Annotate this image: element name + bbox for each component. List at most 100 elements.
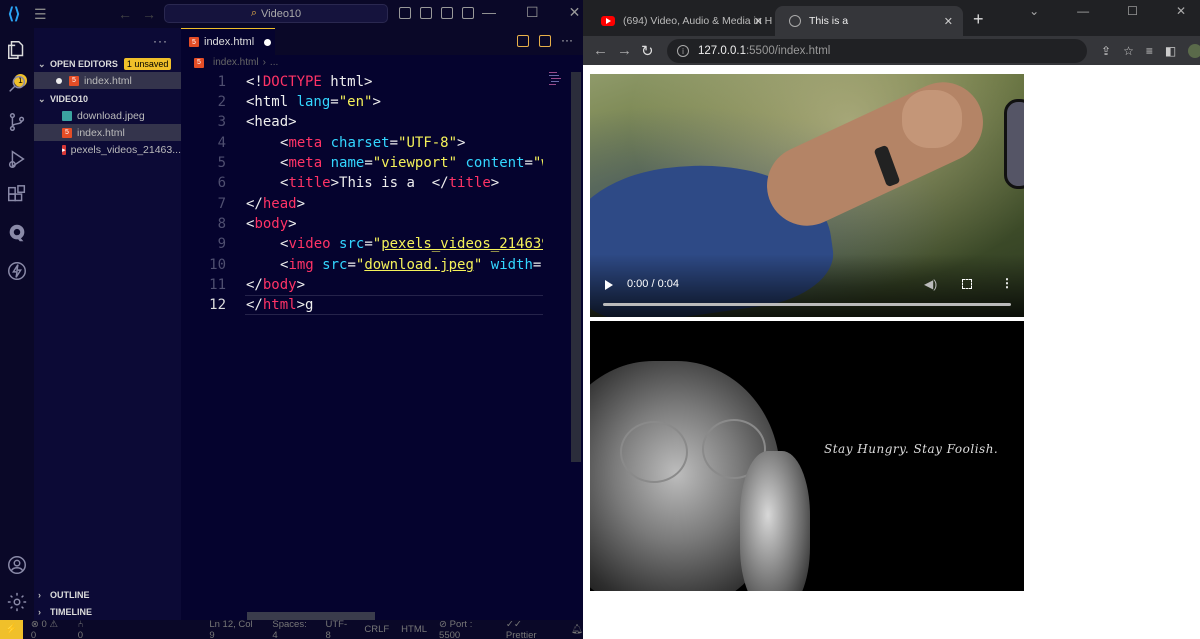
unsaved-dot-icon[interactable]: [264, 38, 272, 46]
video-more-icon[interactable]: ⋮: [1001, 276, 1013, 290]
line-number: 10: [209, 257, 226, 273]
minimize-icon[interactable]: —: [482, 4, 496, 21]
source-control-icon[interactable]: [5, 110, 29, 134]
accounts-icon[interactable]: [5, 553, 29, 577]
outline-header[interactable]: › OUTLINE: [34, 586, 181, 604]
line-number: 3: [217, 114, 226, 130]
encoding-status[interactable]: UTF-8: [326, 619, 353, 639]
video-controls: 0:00 / 0:04 ◀) ⋮: [590, 270, 1024, 317]
extensions-icon[interactable]: [5, 183, 29, 207]
forward-icon[interactable]: →: [617, 42, 637, 59]
eol-status[interactable]: CRLF: [364, 624, 389, 635]
video-time: 0:00 / 0:04: [627, 278, 679, 290]
portrait-hand: [740, 451, 810, 591]
reading-list-icon[interactable]: ≡: [1146, 44, 1153, 58]
close-tab-icon[interactable]: ✕: [944, 15, 953, 28]
remote-explorer-icon[interactable]: [5, 221, 29, 245]
explorer-more-icon[interactable]: ···: [153, 34, 168, 48]
video-progress-bar[interactable]: [603, 303, 1011, 306]
close-tab-icon[interactable]: ✕: [754, 15, 763, 28]
profile-avatar[interactable]: [1188, 44, 1200, 58]
close-icon[interactable]: ✕: [1176, 4, 1186, 18]
unsaved-badge: 1 unsaved: [123, 58, 172, 70]
prettier-status[interactable]: ✓✓ Prettier: [506, 619, 555, 639]
modified-dot-icon: [56, 77, 62, 84]
split-editor-icon[interactable]: [539, 35, 551, 47]
toggle-panel-icon[interactable]: [420, 7, 432, 19]
portrait-image: Stay Hungry. Stay Foolish.: [590, 321, 1024, 591]
line-number: 2: [217, 94, 226, 110]
nav-arrows[interactable]: ←→: [118, 6, 166, 22]
run-debug-icon[interactable]: [5, 147, 29, 171]
html-file-icon: 5: [69, 75, 79, 86]
language-mode[interactable]: HTML: [401, 624, 427, 635]
minimap[interactable]: [549, 72, 561, 88]
menu-icon[interactable]: ☰: [34, 6, 50, 23]
site-info-icon[interactable]: i: [677, 45, 689, 57]
open-editors-header[interactable]: ⌄ OPEN EDITORS 1 unsaved: [34, 55, 181, 73]
maximize-icon[interactable]: ☐: [526, 4, 539, 21]
minimize-icon[interactable]: —: [1077, 4, 1089, 18]
explorer-icon[interactable]: [5, 38, 29, 62]
reload-icon[interactable]: ↻: [641, 42, 661, 60]
address-bar[interactable]: i 127.0.0.1:5500/index.html: [667, 39, 1087, 63]
tab-youtube[interactable]: (694) Video, Audio & Media in H ✕: [587, 6, 773, 36]
vscode-logo-icon: ⟨⟩: [7, 6, 21, 23]
file-item-index-html[interactable]: 5 index.html: [34, 124, 181, 141]
line-number: 8: [217, 216, 226, 232]
image-file-icon: [62, 110, 72, 121]
search-view-icon[interactable]: [5, 72, 29, 96]
line-number: 4: [217, 135, 226, 151]
maximize-icon[interactable]: ☐: [1127, 4, 1138, 18]
problems-status[interactable]: ⊗ 0 ⚠ 0: [31, 619, 66, 639]
line-number: 7: [217, 196, 226, 212]
chevron-down-icon: ⌄: [38, 58, 46, 69]
live-server-port[interactable]: ⊘ Port : 5500: [439, 619, 496, 639]
folder-header[interactable]: ⌄ VIDEO10: [34, 90, 181, 108]
line-number: 1: [217, 74, 226, 90]
chevron-right-icon: ›: [38, 590, 41, 600]
more-actions-icon[interactable]: ···: [561, 34, 573, 47]
tab-search-icon[interactable]: ⌄: [1029, 4, 1039, 18]
play-icon[interactable]: [605, 280, 613, 290]
code-line-10: <img src="download.jpeg" width=": [280, 257, 543, 273]
side-panel-icon[interactable]: ◧: [1165, 44, 1176, 58]
open-preview-icon[interactable]: [517, 35, 529, 47]
activity-bar: 1: [0, 28, 34, 620]
html-file-icon: 5: [62, 127, 72, 138]
cursor-position[interactable]: Ln 12, Col 9: [209, 619, 260, 639]
fullscreen-icon[interactable]: [962, 279, 972, 289]
ports-status[interactable]: ⑃ 0: [78, 619, 92, 639]
notifications-bell-icon[interactable]: 🔔︎: [571, 624, 583, 635]
lightning-icon[interactable]: [5, 259, 29, 283]
editor-actions: ···: [517, 34, 573, 47]
video-player[interactable]: 0:00 / 0:04 ◀) ⋮: [590, 74, 1024, 317]
window-controls: — ☐ ✕: [482, 4, 580, 21]
toggle-secondary-sidebar-icon[interactable]: [441, 7, 453, 19]
search-icon: ⌕: [250, 7, 257, 19]
tab-this-is-a[interactable]: This is a ✕: [775, 6, 963, 36]
file-item-pexels-video[interactable]: ▸ pexels_videos_21463...: [34, 141, 181, 158]
chrome-window: (694) Video, Audio & Media in H ✕ This i…: [583, 0, 1200, 639]
vertical-scrollbar[interactable]: [571, 72, 581, 462]
code-line-3: <head>: [246, 114, 297, 130]
volume-icon[interactable]: ◀): [924, 277, 937, 291]
share-icon[interactable]: ⇪: [1101, 44, 1111, 58]
file-item-download-jpeg[interactable]: download.jpeg: [34, 107, 181, 124]
close-icon[interactable]: ✕: [569, 4, 581, 21]
bookmark-star-icon[interactable]: ☆: [1123, 44, 1134, 58]
toggle-sidebar-icon[interactable]: [399, 7, 411, 19]
code-line-5: <meta name="viewport" content="w: [280, 155, 543, 171]
command-center-search[interactable]: ⌕ Video10: [164, 4, 388, 23]
tab-strip: (694) Video, Audio & Media in H ✕ This i…: [583, 0, 1200, 36]
back-icon[interactable]: ←: [593, 42, 613, 59]
indentation-status[interactable]: Spaces: 4: [272, 619, 314, 639]
new-tab-icon[interactable]: +: [973, 9, 984, 30]
tab-index-html[interactable]: 5 index.html: [181, 28, 275, 55]
settings-gear-icon[interactable]: [5, 590, 29, 614]
remote-indicator-icon[interactable]: ⚡: [0, 620, 23, 639]
code-line-11: </body>: [246, 277, 306, 293]
customize-layout-icon[interactable]: [462, 7, 474, 19]
open-editor-item[interactable]: 5 index.html: [34, 72, 181, 89]
code-line-1: <!DOCTYPE html>: [246, 74, 373, 90]
